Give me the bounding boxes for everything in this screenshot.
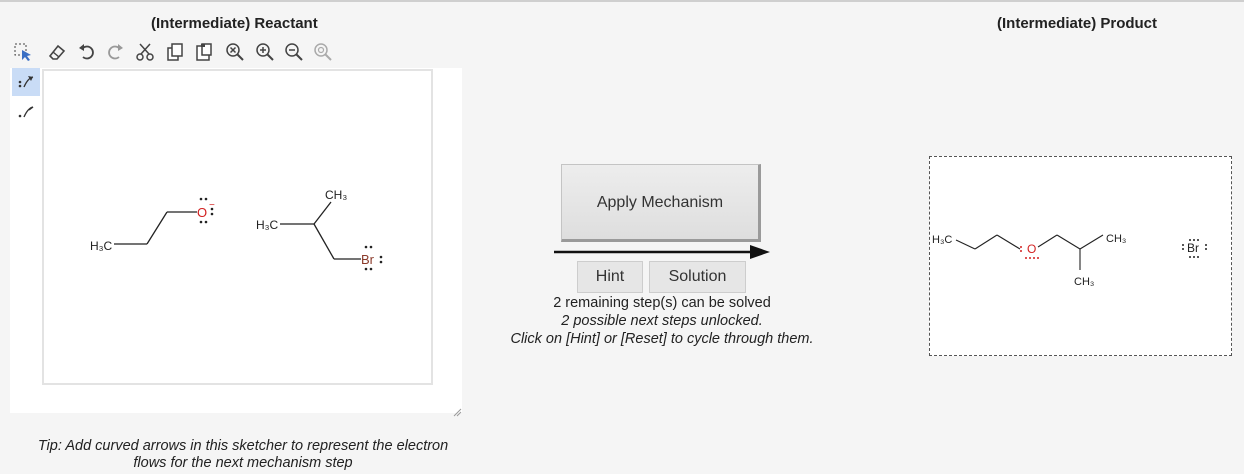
tip-line-2: flows for the next mechanism step	[133, 455, 353, 471]
methyl-label: H₃C	[90, 239, 113, 253]
bromine-label: Br	[361, 252, 375, 267]
tip-line-1: Tip: Add curved arrows in this sketcher …	[37, 438, 449, 454]
reactant-structures: H₃C O − CH₃ H₃C Br	[90, 188, 383, 271]
zoom-out-icon[interactable]	[283, 39, 305, 65]
solution-button[interactable]: Solution	[649, 261, 746, 293]
copy-icon[interactable]	[164, 39, 186, 65]
clear-icon[interactable]	[224, 39, 246, 65]
isobutyl-bromide-molecule[interactable]: CH₃ H₃C Br	[256, 188, 383, 271]
status-instructions: Click on [Hint] or [Reset] to cycle thro…	[510, 331, 814, 347]
reactant-panel-title: (Intermediate) Reactant	[151, 15, 318, 32]
product-methyl-left-label: H₃C	[932, 234, 952, 246]
sketcher-toolbar	[10, 39, 462, 67]
undo-icon[interactable]	[76, 39, 98, 65]
hint-button[interactable]: Hint	[577, 261, 643, 293]
resize-grip[interactable]	[452, 404, 462, 417]
reaction-arrow	[554, 245, 770, 259]
apply-mechanism-button[interactable]: Apply Mechanism	[561, 164, 761, 242]
methyl-top-label: CH₃	[325, 188, 347, 202]
curved-arrow-single-icon[interactable]	[12, 98, 40, 126]
redo-icon[interactable]	[104, 39, 126, 65]
zoom-in-icon[interactable]	[254, 39, 276, 65]
product-panel-title: (Intermediate) Product	[997, 15, 1158, 32]
eraser-icon[interactable]	[46, 39, 68, 65]
select-icon[interactable]	[12, 39, 34, 65]
status-remaining: 2 remaining step(s) can be solved	[553, 295, 771, 311]
product-oxygen-label: O	[1027, 242, 1036, 256]
oxygen-label: O	[197, 205, 207, 220]
tip-text: Tip: Add curved arrows in this sketcher …	[10, 438, 476, 472]
paste-icon[interactable]	[193, 39, 215, 65]
curved-arrow-pair-icon[interactable]	[12, 68, 40, 96]
product-methyl-top-label: CH₃	[1106, 233, 1126, 245]
product-methyl-bottom-label: CH₃	[1074, 276, 1094, 288]
drawing-canvas[interactable]: H₃C O − CH₃ H₃C Br	[42, 69, 433, 385]
sketcher-sidebar	[10, 68, 40, 413]
product-viewer: H₃C O CH₃ CH₃ Br	[929, 156, 1232, 356]
methyl-left-label: H₃C	[256, 218, 279, 232]
cut-icon[interactable]	[134, 39, 156, 65]
product-structures: H₃C O CH₃ CH₃ Br	[932, 233, 1207, 288]
zoom-reset-icon[interactable]	[312, 39, 334, 65]
status-unlocked: 2 possible next steps unlocked.	[561, 313, 763, 329]
top-border	[0, 0, 1244, 2]
product-bromine-label: Br	[1187, 241, 1199, 255]
propoxide-molecule[interactable]: H₃C O −	[90, 197, 215, 253]
